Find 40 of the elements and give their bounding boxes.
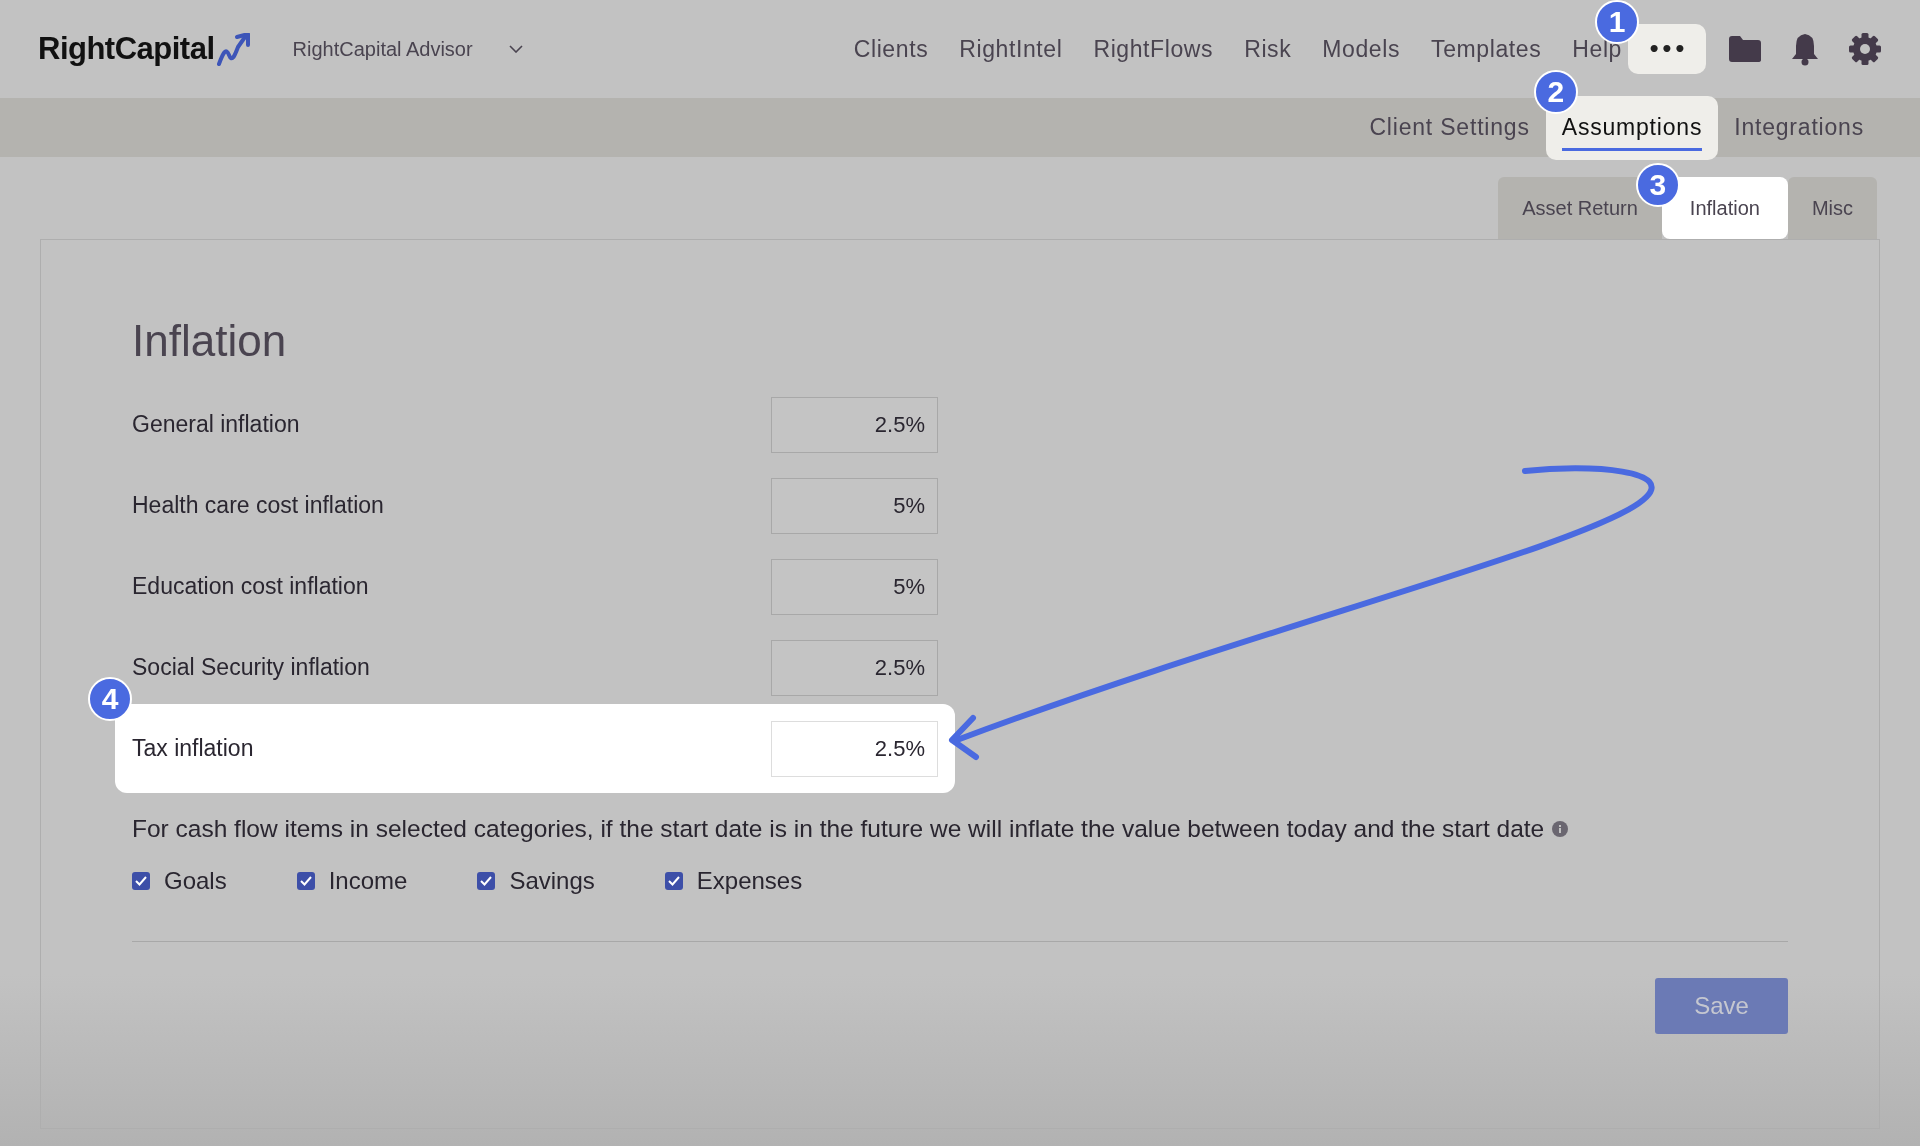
checkbox[interactable]	[477, 872, 496, 890]
field-label: General inflation	[132, 411, 300, 438]
checkbox-label: Income	[328, 867, 408, 895]
account-dropdown[interactable]: RightCapital Advisor	[292, 37, 523, 61]
input-field[interactable]: 2.5%	[771, 396, 938, 453]
nav-link[interactable]: Models	[1322, 35, 1401, 63]
note-text: For cash flow items in selected categories, if the start date is in the future we will inflate the value between today and the start date	[132, 815, 1545, 843]
field-label: Tax inflation	[132, 735, 254, 762]
input-field[interactable]: 5%	[771, 477, 938, 534]
step-badge: 4	[88, 677, 132, 721]
input-field[interactable]: 5%	[771, 558, 938, 615]
field-label: Health care cost inflation	[132, 492, 384, 519]
settings-tab[interactable]: Integrations	[1718, 95, 1880, 160]
input-field[interactable]: 2.5%	[771, 639, 938, 696]
nav-link[interactable]: Clients	[853, 35, 929, 63]
info-icon[interactable]	[1552, 821, 1569, 837]
checkbox[interactable]	[132, 872, 150, 890]
folder-icon[interactable]	[1728, 35, 1762, 63]
field-label: Education cost inflation	[132, 573, 369, 600]
nav-link[interactable]: Risk	[1244, 35, 1292, 63]
checkbox-label: Goals	[164, 867, 227, 895]
step-badge: 2	[1533, 69, 1578, 114]
chevron-down-icon	[508, 45, 523, 53]
nav-link[interactable]: RightIntel	[959, 35, 1063, 63]
checkbox-label: Expenses	[696, 867, 803, 895]
field-label: Social Security inflation	[132, 654, 370, 681]
settings-icon[interactable]	[1848, 32, 1882, 66]
nav-link[interactable]: Templates	[1431, 35, 1542, 63]
checkbox-label: Savings	[509, 867, 595, 895]
logo-text[interactable]: RightCapital	[38, 31, 215, 67]
checkbox[interactable]	[664, 872, 683, 890]
input-field[interactable]: 2.5%	[771, 720, 938, 777]
sub-tab[interactable]: Misc	[1787, 177, 1877, 239]
more-button[interactable]: •••	[1628, 24, 1706, 74]
panel-title: Inflation	[132, 316, 288, 366]
logo-arrow-icon	[216, 33, 253, 67]
nav-link[interactable]: RightFlows	[1093, 35, 1214, 63]
step-badge: 3	[1635, 163, 1680, 207]
bell-icon[interactable]	[1790, 32, 1820, 66]
checkbox[interactable]	[296, 872, 315, 890]
